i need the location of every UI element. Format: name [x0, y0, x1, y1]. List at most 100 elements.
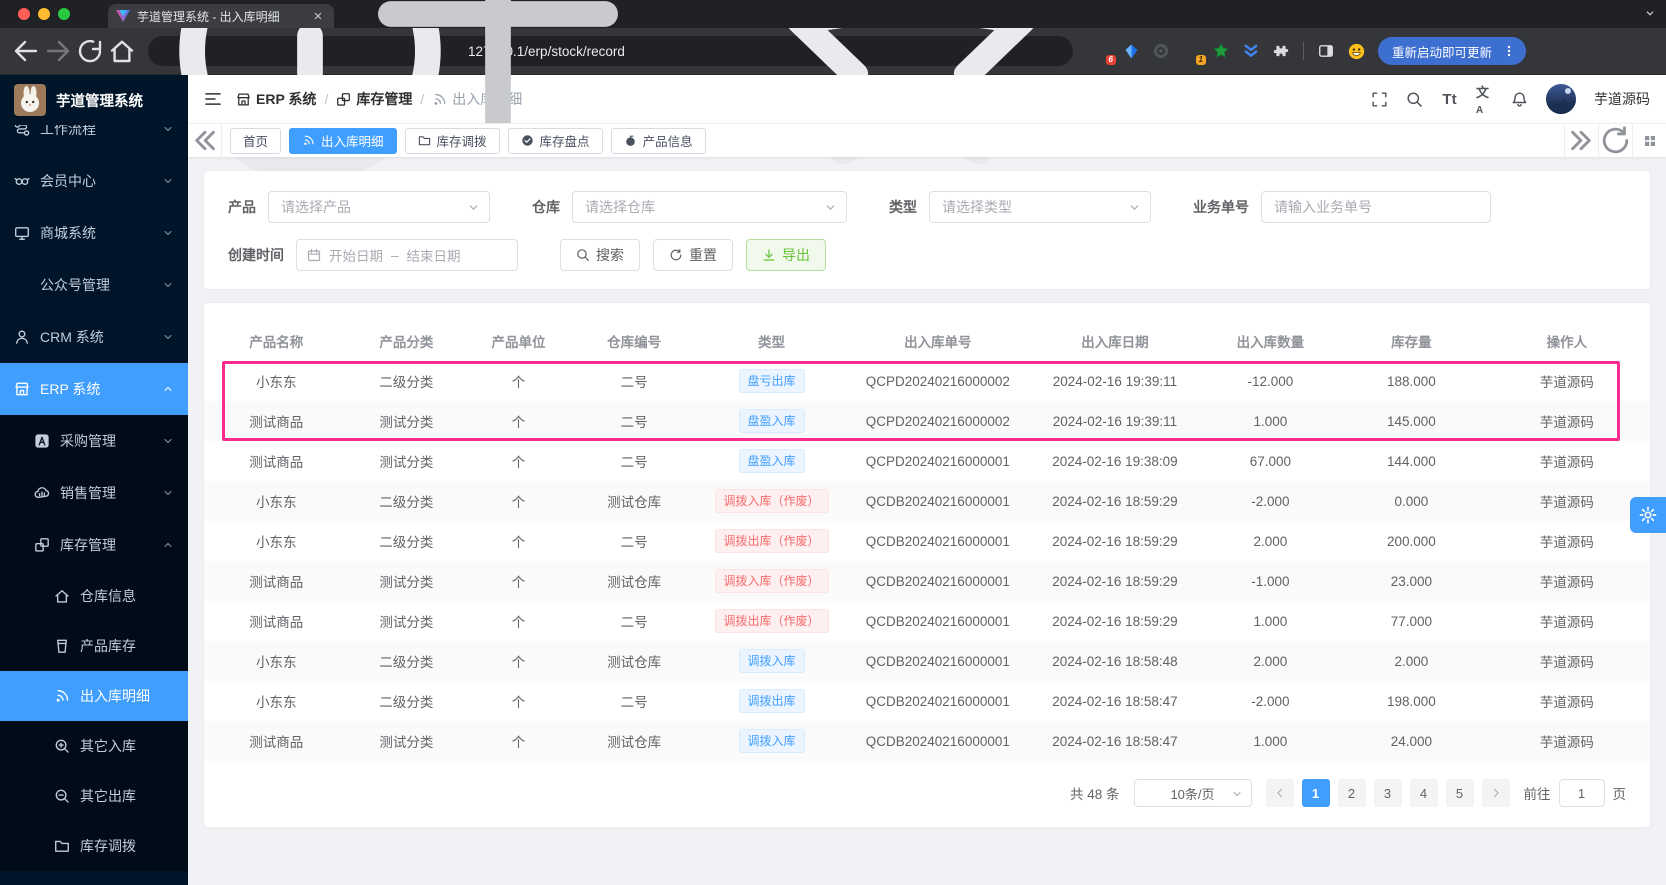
page-button-5[interactable]: 5: [1446, 779, 1474, 807]
sidebar-item-1[interactable]: 会员中心: [0, 155, 188, 207]
pagination: 共 48 条 10条/页 12345 前往 页: [204, 761, 1650, 807]
sidebar-item-label: 库存调拨: [80, 836, 174, 856]
page-tabstrip: 首页出入库明细 库存调拨 库存盘点 产品信息: [188, 123, 1666, 157]
tab-首页[interactable]: 首页: [230, 128, 281, 154]
export-button[interactable]: 导出: [746, 239, 826, 271]
next-page-button[interactable]: [1482, 779, 1510, 807]
extension-chevrons-icon[interactable]: [1241, 41, 1261, 61]
sidebar-item-5[interactable]: ERP 系统: [0, 363, 188, 415]
font-size-icon[interactable]: Tt: [1441, 91, 1458, 108]
prev-page-button[interactable]: [1266, 779, 1294, 807]
forward-button[interactable]: [44, 37, 72, 65]
cell-qty: -2.000: [1202, 681, 1339, 721]
browser-menu-icon[interactable]: [1498, 44, 1520, 58]
notification-bell-icon[interactable]: [1511, 91, 1528, 108]
search-icon[interactable]: [1406, 91, 1423, 108]
cell-operator: 芋道源码: [1484, 401, 1650, 441]
refresh-tab-icon[interactable]: [1598, 124, 1632, 157]
sidebar-item-12[interactable]: 其它入库: [0, 721, 188, 771]
goto-page-input[interactable]: [1559, 779, 1605, 807]
app-logo[interactable]: 芋道管理系统: [0, 75, 188, 125]
record-table: 产品名称产品分类产品单位仓库编号类型出入库单号出入库日期出入库数量库存量操作人 …: [204, 321, 1650, 761]
extension-icon[interactable]: 6: [1091, 41, 1111, 61]
end-date-placeholder[interactable]: 结束日期: [407, 245, 461, 265]
page-button-3[interactable]: 3: [1374, 779, 1402, 807]
minimize-window-button[interactable]: [38, 8, 50, 20]
sidebar-item-8[interactable]: 库存管理: [0, 519, 188, 571]
tab-search-icon[interactable]: [1644, 7, 1656, 19]
page-button-1[interactable]: 1: [1302, 779, 1330, 807]
breadcrumb-item-erp[interactable]: ERP 系统: [236, 89, 316, 109]
warehouse-select[interactable]: 请选择仓库: [572, 191, 847, 223]
zoom-window-button[interactable]: [58, 8, 70, 20]
page-size-select[interactable]: 10条/页: [1134, 779, 1252, 807]
tab-库存调拨[interactable]: 库存调拨: [405, 128, 500, 154]
browser-update-button[interactable]: 重新启动即可更新: [1378, 37, 1526, 65]
sidebar-item-7[interactable]: 销售管理: [0, 467, 188, 519]
fullscreen-icon[interactable]: [1371, 91, 1388, 108]
cell-qty: 2.000: [1202, 641, 1339, 681]
collapse-sidebar-icon[interactable]: [204, 90, 222, 108]
browser-tab[interactable]: 芋道管理系统 - 出入库明细: [108, 4, 334, 28]
user-avatar[interactable]: [1546, 84, 1576, 114]
tab-出入库明细[interactable]: 出入库明细: [289, 128, 397, 154]
sidebar-item-4[interactable]: CRM 系统: [0, 311, 188, 363]
cell-operator: 芋道源码: [1484, 361, 1650, 401]
type-badge: 调拨入库（作废）: [715, 569, 829, 593]
tab-label: 库存调拨: [437, 131, 487, 150]
cell-unit: 个: [464, 601, 572, 641]
date-range-picker[interactable]: 开始日期 – 结束日期: [296, 239, 518, 271]
sidebar-item-11[interactable]: 出入库明细: [0, 671, 188, 721]
cell-type: 调拨入库（作废）: [696, 561, 848, 601]
cell-type: 调拨出库（作废）: [696, 521, 848, 561]
start-date-placeholder[interactable]: 开始日期: [329, 245, 383, 265]
cell-stock: 23.000: [1339, 561, 1484, 601]
theme-settings-button[interactable]: [1630, 497, 1666, 533]
extension-dark-icon[interactable]: [1151, 41, 1171, 61]
type-select[interactable]: 请选择类型: [929, 191, 1151, 223]
tab-options-grid-icon[interactable]: [1632, 124, 1666, 157]
tab-close-icon[interactable]: [310, 10, 326, 22]
sidebar-item-14[interactable]: 库存调拨: [0, 821, 188, 871]
extensions-puzzle-icon[interactable]: [1271, 41, 1291, 61]
product-select[interactable]: 请选择产品: [268, 191, 490, 223]
cell-warehouse: 测试仓库: [573, 641, 696, 681]
type-badge: 盘亏出库: [739, 369, 805, 393]
sidebar-item-13[interactable]: 其它出库: [0, 771, 188, 821]
cell-unit: 个: [464, 361, 572, 401]
extension-circle-icon[interactable]: 1: [1181, 41, 1201, 61]
reset-button[interactable]: 重置: [653, 239, 733, 271]
extension-kite-icon[interactable]: [1121, 41, 1141, 61]
profile-emoji-icon[interactable]: [1346, 41, 1366, 61]
search-button[interactable]: 搜索: [560, 239, 640, 271]
page-button-4[interactable]: 4: [1410, 779, 1438, 807]
tab-库存盘点[interactable]: 库存盘点: [508, 128, 603, 154]
scroll-tabs-right-icon[interactable]: [1564, 124, 1598, 157]
tab-产品信息[interactable]: 产品信息: [611, 128, 706, 154]
page-button-2[interactable]: 2: [1338, 779, 1366, 807]
cell-order-no: QCDB20240216000001: [847, 641, 1028, 681]
cell-qty: 1.000: [1202, 601, 1339, 641]
sidebar-item-label: 其它出库: [80, 786, 174, 806]
sidebar-item-9[interactable]: 仓库信息: [0, 571, 188, 621]
created-time-filter-label: 创建时间: [228, 245, 284, 265]
sidebar-item-3[interactable]: 公众号管理: [0, 259, 188, 311]
sidebar-item-10[interactable]: 产品库存: [0, 621, 188, 671]
username[interactable]: 芋道源码: [1594, 89, 1650, 109]
column-header-stock: 库存量: [1339, 321, 1484, 361]
side-panel-icon[interactable]: [1316, 41, 1336, 61]
sidebar-item-2[interactable]: 商城系统: [0, 207, 188, 259]
home-button[interactable]: [108, 37, 136, 65]
cell-order-no: QCDB20240216000001: [847, 681, 1028, 721]
scroll-tabs-left-icon[interactable]: [188, 124, 222, 157]
sidebar-item-6[interactable]: 采购管理: [0, 415, 188, 467]
language-icon[interactable]: 文A: [1476, 91, 1493, 108]
extension-green-star-icon[interactable]: [1211, 41, 1231, 61]
close-window-button[interactable]: [18, 8, 30, 20]
reload-button[interactable]: [76, 37, 104, 65]
store-icon: [236, 92, 251, 107]
bizno-input[interactable]: [1261, 191, 1491, 223]
sidebar-item-label: 采购管理: [60, 431, 162, 451]
back-button[interactable]: [12, 37, 40, 65]
tab-label: 产品信息: [643, 131, 693, 150]
